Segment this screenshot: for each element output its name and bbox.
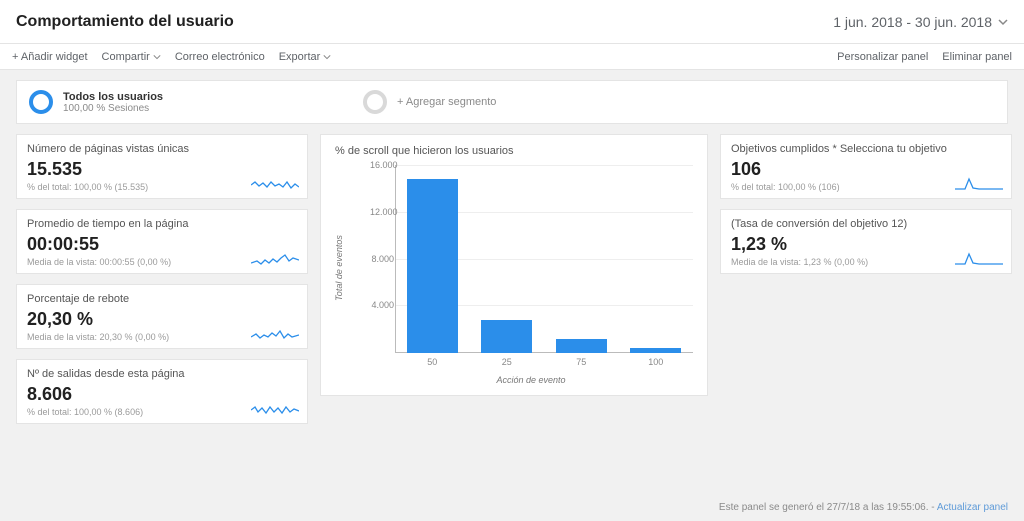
segment-bar: Todos los usuarios 100,00 % Sesiones + A…	[16, 80, 1008, 124]
chevron-down-icon	[153, 53, 161, 61]
segment-current[interactable]: Todos los usuarios 100,00 % Sesiones	[29, 90, 163, 114]
chart-bars	[395, 165, 693, 353]
segment-empty-circle-icon	[363, 90, 387, 114]
chart-y-tick: 12.000	[370, 207, 394, 217]
chart-plot-area: Total de eventos 4.0008.00012.00016.000 …	[369, 165, 693, 371]
widget-scroll-chart[interactable]: % de scroll que hicieron los usuarios To…	[320, 134, 708, 396]
segment-sub: 100,00 % Sesiones	[63, 103, 163, 114]
segment-title: Todos los usuarios	[63, 91, 163, 103]
chart-x-tick: 25	[470, 355, 545, 371]
widget-title: Número de páginas vistas únicas	[27, 143, 297, 155]
segment-add-label: + Agregar segmento	[397, 96, 496, 108]
widget-title: Objetivos cumplidos * Selecciona tu obje…	[731, 143, 1001, 155]
sparkline-icon	[251, 326, 299, 342]
chart-y-tick: 8.000	[370, 254, 394, 264]
widget-conversion-rate[interactable]: (Tasa de conversión del objetivo 12) 1,2…	[720, 209, 1012, 274]
widget-title: Promedio de tiempo en la página	[27, 218, 297, 230]
chart-x-tick: 100	[619, 355, 694, 371]
sparkline-icon	[251, 251, 299, 267]
export-button[interactable]: Exportar	[279, 51, 332, 63]
widget-exits[interactable]: Nº de salidas desde esta página 8.606 % …	[16, 359, 308, 424]
widget-unique-pageviews[interactable]: Número de páginas vistas únicas 15.535 %…	[16, 134, 308, 199]
widget-title: Nº de salidas desde esta página	[27, 368, 297, 380]
widget-title: Porcentaje de rebote	[27, 293, 297, 305]
page-title: Comportamiento del usuario	[16, 13, 234, 31]
date-range-text: 1 jun. 2018 - 30 jun. 2018	[833, 14, 992, 30]
sparkline-icon	[955, 176, 1003, 192]
delete-panel-button[interactable]: Eliminar panel	[942, 51, 1012, 63]
widget-goals[interactable]: Objetivos cumplidos * Selecciona tu obje…	[720, 134, 1012, 199]
widget-avg-time[interactable]: Promedio de tiempo en la página 00:00:55…	[16, 209, 308, 274]
chart-bar	[481, 320, 532, 353]
date-range-picker[interactable]: 1 jun. 2018 - 30 jun. 2018	[833, 14, 1008, 30]
share-button[interactable]: Compartir	[102, 51, 161, 63]
chart-bar	[630, 348, 681, 353]
segment-add[interactable]: + Agregar segmento	[363, 90, 496, 114]
chevron-down-icon	[323, 53, 331, 61]
sparkline-icon	[955, 251, 1003, 267]
customize-panel-button[interactable]: Personalizar panel	[837, 51, 928, 63]
refresh-panel-link[interactable]: Actualizar panel	[937, 502, 1008, 513]
chart-y-tick: 16.000	[370, 160, 394, 170]
chart-x-axis-label: Acción de evento	[369, 375, 693, 385]
widget-bounce-rate[interactable]: Porcentaje de rebote 20,30 % Media de la…	[16, 284, 308, 349]
chart-x-ticks: 502575100	[395, 355, 693, 371]
chevron-down-icon	[998, 17, 1008, 27]
sparkline-icon	[251, 176, 299, 192]
widget-title: (Tasa de conversión del objetivo 12)	[731, 218, 1001, 230]
add-widget-button[interactable]: + Añadir widget	[12, 51, 88, 63]
chart-bar	[556, 339, 607, 353]
chart-y-axis-label: Total de eventos	[334, 235, 344, 301]
chart-y-tick: 4.000	[370, 300, 394, 310]
footer-text: Este panel se generó el 27/7/18 a las 19…	[719, 502, 1008, 513]
toolbar: + Añadir widget Compartir Correo electró…	[0, 44, 1024, 70]
chart-x-tick: 50	[395, 355, 470, 371]
email-button[interactable]: Correo electrónico	[175, 51, 265, 63]
chart-title: % de scroll que hicieron los usuarios	[335, 145, 693, 157]
segment-circle-icon	[29, 90, 53, 114]
chart-x-tick: 75	[544, 355, 619, 371]
sparkline-icon	[251, 401, 299, 417]
chart-bar	[407, 179, 458, 353]
